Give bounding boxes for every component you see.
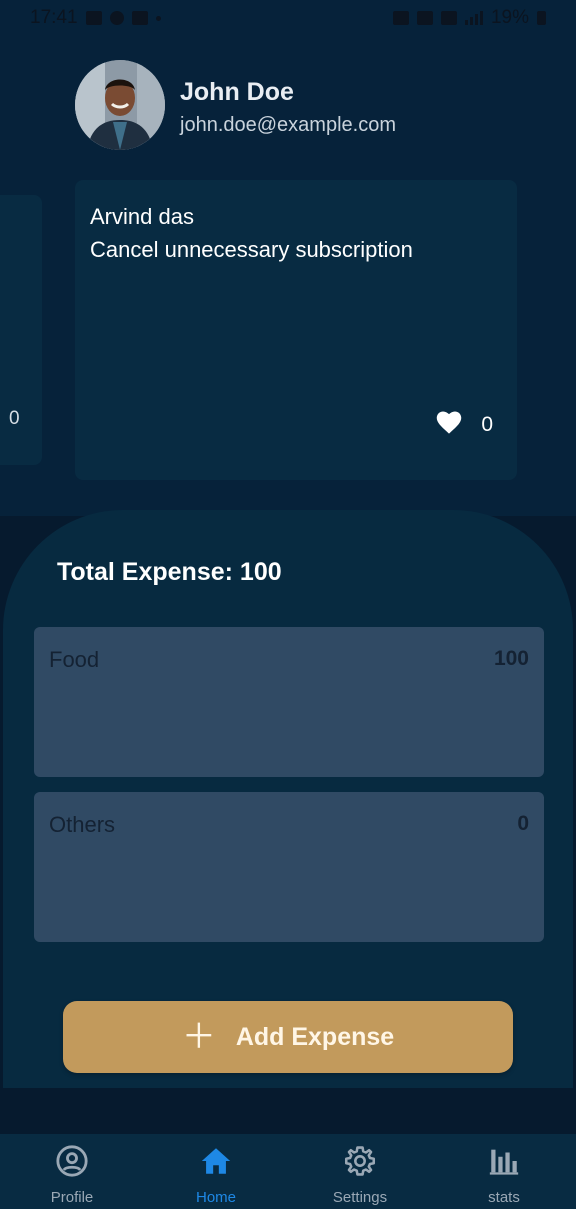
category-name: Others [49,812,116,837]
add-expense-label: Add Expense [235,1022,395,1051]
status-left: 17:41 [30,7,161,29]
nav-label-settings: Settings [332,1189,388,1206]
user-email: john.doe@example.com [180,114,396,136]
bar-chart-icon [487,1144,521,1183]
heart-icon[interactable] [435,409,463,440]
tip-author: Arvind das [90,204,194,229]
battery-icon [537,11,546,25]
nav-label-stats: stats [488,1189,520,1206]
app-notification-icon [109,11,124,25]
tip-card[interactable]: Arvind das Cancel unnecessary subscripti… [75,180,517,480]
nav-label-home: Home [195,1189,236,1206]
signal-icon [464,11,483,25]
status-time: 17:41 [30,7,78,28]
category-name: Food [49,647,100,672]
mute-icon [416,11,433,25]
previous-tip-like-count: 0 [9,408,20,429]
profile-icon [55,1144,89,1183]
category-amount: 0 [517,812,529,835]
wifi-icon [440,11,457,25]
add-expense-button[interactable]: ＋ Add Expense [63,1001,513,1073]
status-bar: 17:41 19% [0,0,576,36]
user-name: John Doe [180,78,294,106]
previous-tip-card[interactable] [0,195,42,465]
nav-item-home[interactable]: Home [144,1134,288,1209]
home-icon [199,1144,233,1183]
plus-icon: ＋ [181,1018,216,1056]
download-done-icon [131,11,148,25]
expense-category-card[interactable]: Others 0 [34,792,544,942]
like-row: 0 [435,409,493,440]
nav-item-settings[interactable]: Settings [288,1134,432,1209]
nav-item-stats[interactable]: stats [432,1134,576,1209]
category-amount: 100 [493,647,529,670]
alarm-icon [392,11,409,25]
bottom-nav: Profile Home Settings stats [0,1134,576,1209]
nav-item-profile[interactable]: Profile [0,1134,144,1209]
tip-text: Cancel unnecessary subscription [90,237,413,262]
battery-percent: 19% [490,7,529,28]
gallery-icon [85,11,102,25]
status-right: 19% [392,7,546,29]
total-expense: Total Expense: 100 [57,558,282,586]
avatar[interactable] [75,60,165,150]
gear-icon [343,1144,377,1183]
avatar-photo [75,60,165,150]
nav-label-profile: Profile [50,1189,94,1206]
notification-dot-icon [155,15,161,21]
like-count: 0 [481,412,493,436]
expense-category-card[interactable]: Food 100 [34,627,544,777]
